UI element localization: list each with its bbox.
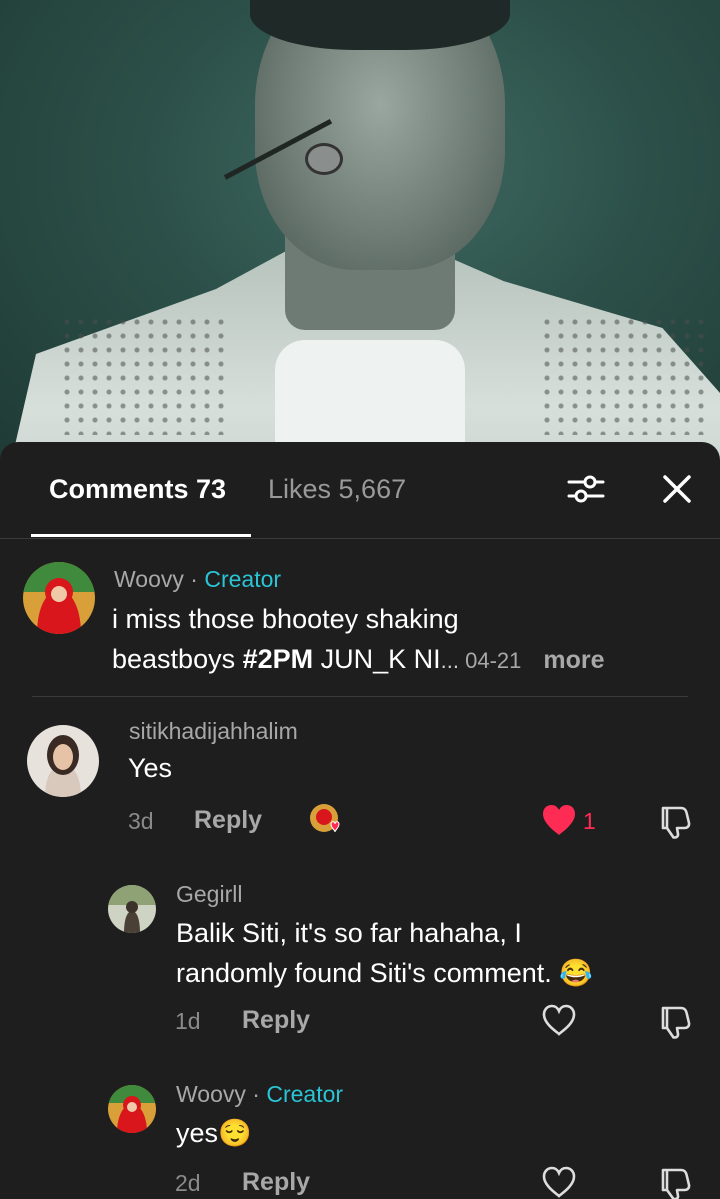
avatar-gegirll-image [108, 885, 156, 933]
avatar[interactable] [23, 562, 95, 634]
comment-date: 04-21 [465, 648, 522, 673]
avatar[interactable] [108, 885, 156, 933]
reply-username-line: Woovy · Creator [176, 1081, 343, 1108]
comment-text-line2-suffix: JUN_K NI [313, 644, 441, 674]
reply-button[interactable]: Reply [194, 806, 262, 835]
reply-text: yes😌 [176, 1118, 252, 1148]
reply-text: Balik Siti, it's so far hahaha, I random… [176, 913, 696, 993]
avatar[interactable] [27, 725, 99, 797]
tab-comments[interactable]: Comments 73 [49, 474, 226, 505]
avatar[interactable] [108, 1085, 156, 1133]
hashtag-link[interactable]: #2PM [243, 644, 314, 674]
creator-badge: Creator [204, 566, 282, 592]
like-count: 1 [583, 808, 596, 834]
comment-text: Yes [128, 753, 173, 783]
comment-username[interactable]: sitikhadijahhalim [129, 718, 298, 745]
tab-active-indicator [31, 534, 251, 537]
comment-text-line2-prefix: beastboys [112, 644, 243, 674]
username-separator: · [245, 1081, 267, 1107]
video-studs-right [540, 315, 710, 435]
reply-text-line1: Balik Siti, it's so far hahaha, I [176, 918, 522, 948]
avatar-woovy-image [108, 1085, 156, 1133]
dislike-icon[interactable] [657, 804, 693, 840]
comment-ellipsis: ... [440, 648, 466, 673]
avatar-sitikhadijahhalim-image [27, 725, 99, 797]
heart-icon[interactable] [541, 804, 577, 836]
reply-button[interactable]: Reply [242, 1168, 310, 1197]
tab-likes[interactable]: Likes 5,667 [268, 474, 406, 505]
dislike-icon[interactable] [657, 1166, 693, 1199]
reply-text-line2: randomly found Siti's comment. 😂 [176, 958, 593, 988]
comment-username[interactable]: Woovy [114, 566, 184, 592]
comment-username-line: Woovy · Creator [114, 566, 281, 593]
comments-sheet: Comments 73 Likes 5,667 Woovy · Creator … [0, 442, 720, 1199]
creator-liked-avatar [308, 802, 344, 838]
more-button[interactable]: more [543, 646, 604, 674]
reply-time: 1d [175, 1008, 201, 1034]
reply-button[interactable]: Reply [242, 1006, 310, 1035]
comment-divider [32, 696, 688, 697]
avatar-woovy-image [23, 562, 95, 634]
dislike-icon[interactable] [657, 1004, 693, 1040]
heart-icon[interactable] [541, 1166, 577, 1198]
comment-time: 3d [128, 808, 154, 834]
comment-text-line2: beastboys #2PM JUN_K NI... 04-21 more [112, 639, 692, 681]
creator-liked-avatar-image [310, 804, 340, 833]
comment-text-line1: i miss those bhootey shaking [112, 604, 459, 634]
video-studs-left [60, 315, 230, 435]
tab-bar: Comments 73 Likes 5,667 [0, 442, 720, 539]
filter-icon[interactable] [566, 472, 606, 506]
comment-text: i miss those bhootey shaking beastboys #… [112, 599, 692, 681]
username-separator: · [183, 566, 205, 592]
reply-username[interactable]: Woovy [176, 1081, 246, 1107]
close-icon[interactable] [660, 472, 694, 506]
video-player[interactable] [0, 0, 720, 470]
video-mic [305, 143, 343, 175]
heart-icon[interactable] [541, 1004, 577, 1036]
reply-username[interactable]: Gegirll [176, 881, 242, 908]
reply-time: 2d [175, 1170, 201, 1196]
creator-badge: Creator [266, 1081, 344, 1107]
